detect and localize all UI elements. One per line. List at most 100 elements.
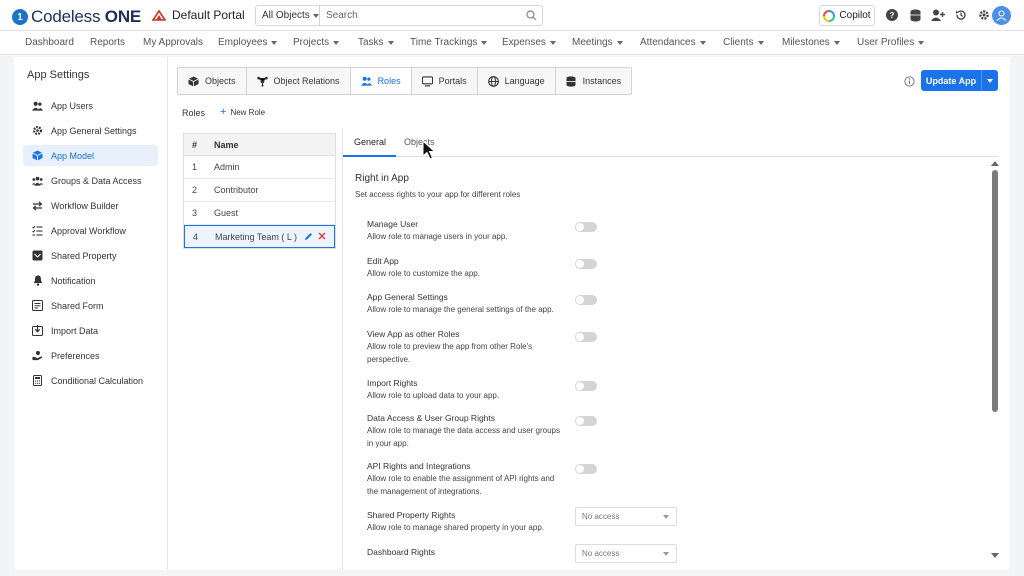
nav-item-label: Clients — [723, 37, 754, 48]
portal-switcher[interactable]: Default Portal — [152, 8, 245, 22]
database-icon[interactable] — [908, 8, 922, 22]
sidebar-item-workflow-builder[interactable]: Workflow Builder — [23, 195, 158, 216]
toggle-api-rights-and-integrations[interactable] — [575, 464, 597, 474]
toggle-view-app-as-other-roles[interactable] — [575, 332, 597, 342]
nav-item-time-trackings[interactable]: Time Trackings — [410, 37, 488, 48]
role-row[interactable]: 4 Marketing Team ( L ) — [184, 225, 335, 248]
tab-object-relations[interactable]: Object Relations — [246, 68, 351, 94]
sidebar-item-app-users[interactable]: App Users — [23, 95, 158, 116]
add-user-icon[interactable] — [931, 8, 945, 22]
search-icon[interactable] — [520, 10, 542, 21]
search-scope-select[interactable]: All Objects — [256, 6, 320, 25]
toggle-app-general-settings[interactable] — [575, 295, 597, 305]
inbox-icon — [32, 250, 43, 261]
nav-item-user-profiles[interactable]: User Profiles — [857, 37, 925, 48]
nav-item-milestones[interactable]: Milestones — [782, 37, 840, 48]
nav-item-employees[interactable]: Employees — [218, 37, 278, 48]
select-shared-property-rights[interactable]: No access — [575, 507, 677, 526]
delete-x-icon[interactable] — [318, 232, 326, 243]
permission-description: Allow role to customize the app. — [367, 269, 480, 278]
sidebar-item-app-model[interactable]: App Model — [23, 145, 158, 166]
tab-general[interactable]: General — [354, 137, 386, 147]
edit-pencil-icon[interactable] — [304, 232, 313, 243]
tab-instances[interactable]: Instances — [555, 68, 632, 94]
svg-text:?: ? — [890, 11, 895, 20]
gear-icon — [32, 125, 43, 136]
detail-scrollbar[interactable] — [991, 161, 999, 567]
brand-name: Codeless — [31, 7, 105, 26]
user-avatar[interactable] — [992, 6, 1011, 25]
sidebar-item-conditional-calculation[interactable]: Conditional Calculation — [23, 370, 158, 391]
sidebar-item-label: Notification — [51, 275, 96, 286]
sidebar-item-shared-form[interactable]: Shared Form — [23, 295, 158, 316]
settings-icon[interactable] — [977, 8, 991, 22]
app-logo[interactable]: 1 Codeless ONE — [12, 7, 141, 27]
sidebar-item-shared-property[interactable]: Shared Property — [23, 245, 158, 266]
permission-data-access-user-group-rights: Data Access & User Group Rights Allow rol… — [367, 413, 567, 450]
nav-item-label: Projects — [293, 37, 330, 48]
help-icon[interactable]: ? — [885, 8, 899, 22]
nav-item-meetings[interactable]: Meetings — [572, 37, 623, 48]
nav-item-label: Dashboard — [25, 37, 74, 48]
update-app-dropdown[interactable] — [981, 70, 998, 91]
monitor-icon — [421, 75, 433, 87]
role-detail-panel: General Objects Right in App Set access … — [342, 128, 999, 570]
sidebar-item-label: Workflow Builder — [51, 200, 119, 211]
users-icon — [32, 100, 43, 111]
chevron-down-icon — [549, 40, 556, 45]
update-app-button[interactable]: Update App — [921, 70, 998, 91]
nav-item-expenses[interactable]: Expenses — [502, 37, 556, 48]
nav-item-label: Time Trackings — [410, 37, 478, 48]
scroll-up-arrow-icon[interactable] — [991, 161, 999, 166]
toggle-import-rights[interactable] — [575, 381, 597, 391]
tab-language[interactable]: Language — [477, 68, 556, 94]
permission-title: Edit App — [367, 256, 399, 266]
section-title: Right in App — [355, 173, 409, 184]
toggle-data-access-user-group-rights[interactable] — [575, 416, 597, 426]
nav-item-projects[interactable]: Projects — [293, 37, 340, 48]
select-dashboard-rights[interactable]: No access — [575, 544, 677, 563]
tab-portals[interactable]: Portals — [411, 68, 478, 94]
nav-item-my-approvals[interactable]: My Approvals — [143, 37, 203, 48]
tab-roles[interactable]: Roles — [350, 68, 412, 94]
new-role-button[interactable]: + New Role — [220, 107, 265, 118]
tab-objects[interactable]: Objects — [178, 68, 247, 94]
sidebar-item-label: Conditional Calculation — [51, 375, 144, 386]
sidebar-item-groups-data-access[interactable]: Groups & Data Access — [23, 170, 158, 191]
nav-item-tasks[interactable]: Tasks — [358, 37, 394, 48]
sidebar-item-app-general-settings[interactable]: App General Settings — [23, 120, 158, 141]
model-tabs: Objects Object Relations Roles Portals Langu… — [177, 67, 633, 95]
scroll-down-arrow-icon[interactable] — [991, 553, 999, 558]
checklist-icon — [32, 225, 43, 236]
role-row[interactable]: 1 Admin — [184, 156, 335, 179]
role-row[interactable]: 2 Contributor — [184, 179, 335, 202]
scroll-thumb[interactable] — [992, 170, 998, 412]
sidebar-item-import-data[interactable]: Import Data — [23, 320, 158, 341]
permission-description: Allow role to manage users in your app. — [367, 232, 508, 241]
sidebar-item-notification[interactable]: Notification — [23, 270, 158, 291]
tab-label: Roles — [377, 76, 401, 86]
history-icon[interactable] — [954, 8, 968, 22]
cube-icon — [32, 150, 43, 161]
portal-name: Default Portal — [172, 8, 245, 22]
search-input[interactable] — [320, 6, 520, 25]
toggle-manage-user[interactable] — [575, 222, 597, 232]
import-icon — [32, 325, 43, 336]
nav-item-clients[interactable]: Clients — [723, 37, 764, 48]
role-row[interactable]: 3 Guest — [184, 202, 335, 225]
settings-sidebar: App Settings App Users App General Settin… — [14, 57, 168, 570]
role-number: 2 — [192, 185, 198, 195]
info-icon[interactable] — [904, 76, 915, 87]
chevron-down-icon — [987, 78, 993, 83]
toggle-edit-app[interactable] — [575, 259, 597, 269]
nav-item-attendances[interactable]: Attendances — [640, 37, 706, 48]
nav-item-reports[interactable]: Reports — [90, 37, 125, 48]
permission-description: Allow role to preview the app from other… — [367, 342, 533, 364]
sidebar-item-preferences[interactable]: Preferences — [23, 345, 158, 366]
copilot-button[interactable]: Copilot — [819, 5, 875, 26]
sidebar-item-approval-workflow[interactable]: Approval Workflow — [23, 220, 158, 241]
column-header-number: # — [192, 139, 198, 150]
select-value: No access — [582, 512, 620, 521]
role-number: 3 — [192, 208, 198, 218]
nav-item-dashboard[interactable]: Dashboard — [25, 37, 74, 48]
